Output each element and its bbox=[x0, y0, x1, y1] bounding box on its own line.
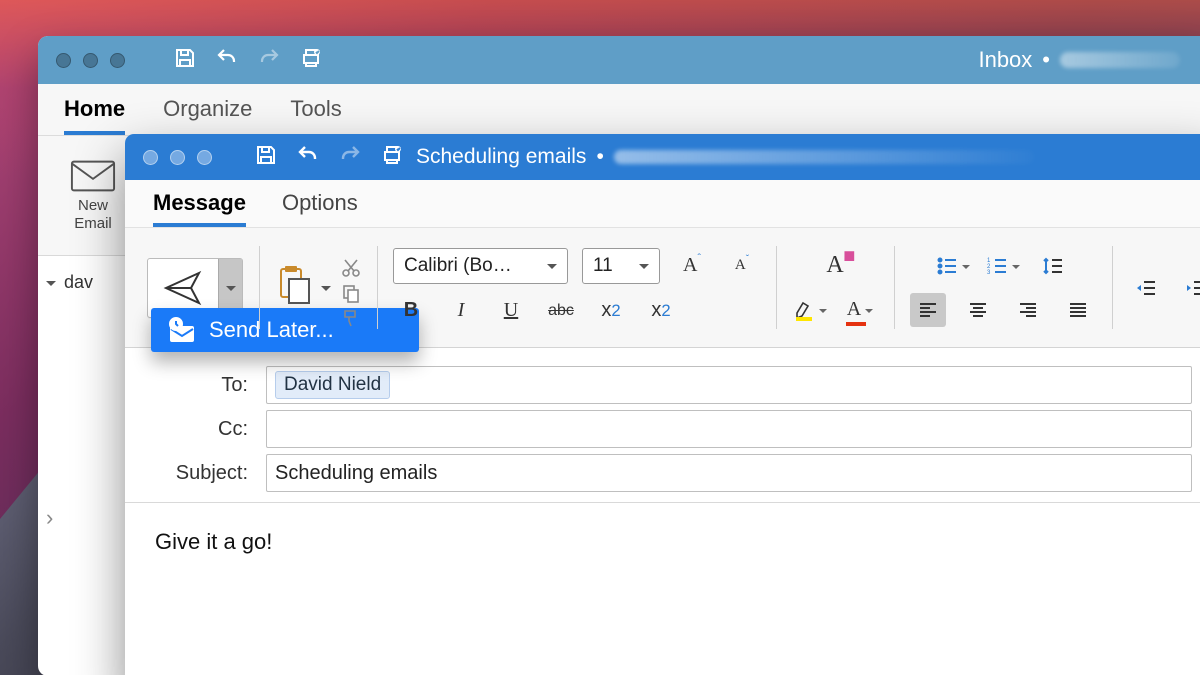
tab-message[interactable]: Message bbox=[153, 190, 246, 227]
message-headers: To: David Nield Cc: Subject: Scheduling … bbox=[125, 348, 1200, 503]
subscript-button[interactable]: x2 bbox=[593, 294, 629, 328]
format-painter-icon[interactable] bbox=[341, 308, 361, 333]
compose-ribbon-tabs: Message Options bbox=[125, 180, 1200, 228]
inbox-titlebar: Inbox • bbox=[38, 36, 1200, 84]
bold-button[interactable]: B bbox=[393, 294, 429, 328]
align-center-button[interactable] bbox=[960, 293, 996, 327]
tab-options[interactable]: Options bbox=[282, 190, 358, 227]
undo-icon[interactable] bbox=[215, 46, 239, 75]
print-icon[interactable] bbox=[299, 46, 323, 75]
grow-font-button[interactable]: Aˆ bbox=[674, 249, 710, 283]
align-left-button[interactable] bbox=[910, 293, 946, 327]
inbox-ribbon-tabs: Home Organize Tools bbox=[38, 84, 1200, 136]
traffic-lights[interactable] bbox=[125, 150, 230, 165]
subject-label: Subject: bbox=[153, 462, 248, 485]
compose-title: Scheduling emails bbox=[416, 145, 586, 169]
account-name-blurred bbox=[614, 150, 1034, 164]
window-title: Inbox bbox=[978, 47, 1032, 73]
tab-organize[interactable]: Organize bbox=[163, 96, 252, 135]
to-label: To: bbox=[153, 374, 248, 397]
font-size-dropdown[interactable]: 11 bbox=[582, 248, 660, 284]
save-icon[interactable] bbox=[173, 46, 197, 75]
undo-icon[interactable] bbox=[296, 143, 320, 172]
cut-icon[interactable] bbox=[341, 258, 361, 283]
cc-label: Cc: bbox=[153, 418, 248, 441]
clear-formatting-button[interactable]: A◆ bbox=[817, 249, 853, 283]
paste-button[interactable] bbox=[275, 265, 315, 310]
compose-window: Scheduling emails • Message Options bbox=[125, 134, 1200, 675]
paste-dropdown-icon[interactable] bbox=[321, 286, 331, 296]
compose-ribbon: Send Later... Calibri (Bo… bbox=[125, 228, 1200, 348]
shrink-font-button[interactable]: Aˇ bbox=[724, 249, 760, 283]
highlight-color-button[interactable] bbox=[792, 293, 828, 327]
increase-indent-button[interactable] bbox=[1178, 271, 1200, 305]
decrease-indent-button[interactable] bbox=[1128, 271, 1164, 305]
underline-button[interactable]: U bbox=[493, 294, 529, 328]
recipient-chip[interactable]: David Nield bbox=[275, 371, 390, 399]
tab-home[interactable]: Home bbox=[64, 96, 125, 135]
strikethrough-button[interactable]: abc bbox=[543, 294, 579, 328]
copy-icon[interactable] bbox=[341, 283, 361, 308]
italic-button[interactable]: I bbox=[443, 294, 479, 328]
compose-titlebar: Scheduling emails • bbox=[125, 134, 1200, 180]
subject-field[interactable]: Scheduling emails bbox=[266, 454, 1192, 492]
save-icon[interactable] bbox=[254, 143, 278, 172]
message-body[interactable]: Give it a go! bbox=[125, 503, 1200, 581]
line-spacing-button[interactable] bbox=[1035, 249, 1071, 283]
font-color-button[interactable]: A bbox=[842, 293, 878, 327]
cc-field[interactable] bbox=[266, 410, 1192, 448]
print-icon[interactable] bbox=[380, 143, 404, 172]
font-name-dropdown[interactable]: Calibri (Bo… bbox=[393, 248, 568, 284]
traffic-lights[interactable] bbox=[38, 53, 143, 68]
redo-icon[interactable] bbox=[338, 143, 362, 172]
redo-icon[interactable] bbox=[257, 46, 281, 75]
tab-tools[interactable]: Tools bbox=[290, 96, 341, 135]
numbered-list-button[interactable]: 123 bbox=[985, 249, 1021, 283]
account-name-blurred bbox=[1060, 52, 1180, 68]
superscript-button[interactable]: x2 bbox=[643, 294, 679, 328]
align-right-button[interactable] bbox=[1010, 293, 1046, 327]
svg-text:3: 3 bbox=[987, 270, 991, 276]
to-field[interactable]: David Nield bbox=[266, 366, 1192, 404]
justify-button[interactable] bbox=[1060, 293, 1096, 327]
bulleted-list-button[interactable] bbox=[935, 249, 971, 283]
chevron-down-icon bbox=[46, 281, 56, 291]
